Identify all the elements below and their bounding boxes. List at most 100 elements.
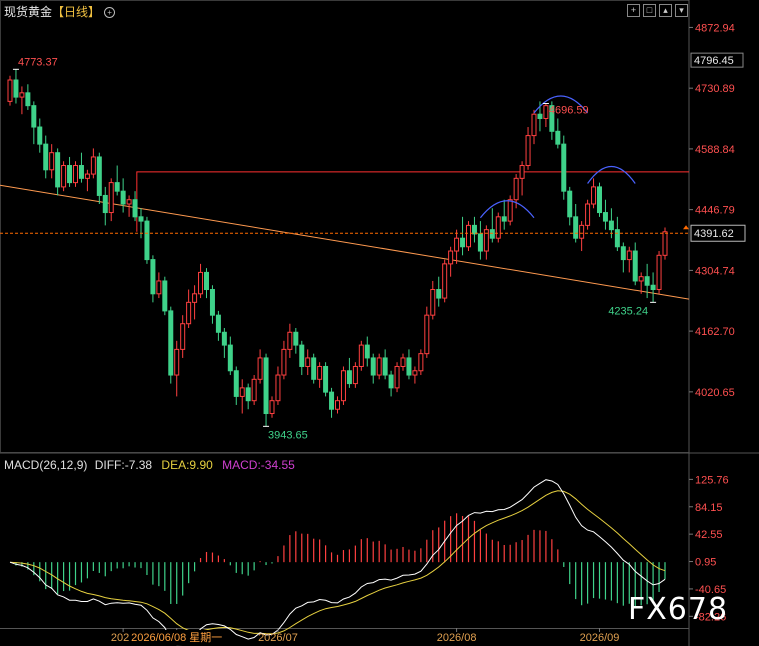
- candle-body: [78, 165, 84, 179]
- candle-body: [650, 284, 656, 291]
- candle-body: [227, 344, 233, 372]
- candle: [430, 280, 436, 320]
- date-tick-label: 2026/09: [580, 632, 620, 644]
- price-tick-label: 4020.65: [695, 387, 735, 399]
- candle-body: [311, 357, 317, 380]
- candle-body: [335, 400, 340, 410]
- candle: [180, 315, 186, 358]
- candle-body: [25, 92, 31, 107]
- candle: [227, 336, 233, 376]
- candle-body: [579, 224, 585, 239]
- candle-body: [37, 126, 43, 145]
- macd-diff-value: DIFF:-7.38: [94, 458, 153, 472]
- candle-body: [239, 387, 245, 397]
- candle-body: [614, 229, 620, 248]
- candle-body: [204, 271, 209, 291]
- current-price-label: 4391.62: [694, 228, 734, 240]
- candle: [144, 216, 150, 264]
- candle-body: [382, 357, 388, 376]
- candle: [221, 328, 227, 358]
- macd-legend: MACD(26,12,9) DIFF:-7.38 DEA:9.90 MACD:-…: [4, 458, 295, 472]
- candle: [602, 199, 608, 230]
- date-tick-label: 2026/07: [258, 632, 298, 644]
- candle: [495, 212, 501, 243]
- candle-body: [209, 289, 215, 316]
- candle: [96, 152, 102, 204]
- right-shoulder-arc: [587, 166, 636, 184]
- candle-body: [31, 105, 37, 128]
- candle: [287, 323, 293, 358]
- macd-params: MACD(26,12,9): [4, 458, 88, 472]
- candle: [275, 366, 281, 405]
- candle-body: [120, 190, 126, 205]
- candle: [614, 216, 620, 252]
- left-shoulder-arc: [479, 200, 535, 219]
- candle-body: [501, 216, 507, 222]
- candle-body: [221, 331, 227, 346]
- candle: [73, 161, 78, 187]
- date-tick-label: 2026/08: [437, 632, 477, 644]
- candle-body: [215, 314, 221, 333]
- candle: [382, 349, 388, 380]
- candle-body: [644, 276, 650, 286]
- price-tick-label: 4872.94: [695, 22, 735, 34]
- candle: [620, 242, 626, 273]
- candle-body: [519, 165, 525, 179]
- candle-body: [620, 246, 626, 261]
- marked-price-label: 4796.45: [694, 55, 734, 67]
- candle: [466, 221, 471, 252]
- circle-plus-icon[interactable]: +: [104, 7, 116, 19]
- candle-body: [626, 250, 632, 261]
- candle-body: [138, 216, 144, 222]
- candle-body: [507, 199, 513, 222]
- candle-body: [430, 289, 436, 316]
- candle-body: [340, 370, 346, 402]
- candlestick-chart[interactable]: 4872.94 4730.89 4588.84 4446.79 4304.74 4162.…: [0, 0, 759, 646]
- candle: [370, 353, 376, 384]
- fullscreen-icon[interactable]: □: [643, 4, 656, 17]
- candle: [102, 186, 108, 226]
- candle: [84, 169, 90, 192]
- candle: [257, 349, 263, 384]
- price-tick-label: 4588.84: [695, 144, 735, 156]
- candle: [186, 289, 192, 328]
- expand-icon[interactable]: ▴: [659, 4, 672, 17]
- candle-body: [608, 220, 614, 231]
- candle-body: [394, 365, 400, 389]
- candle: [7, 75, 13, 106]
- timeframe-label: 【日线】: [52, 5, 101, 19]
- candle: [251, 375, 257, 405]
- current-price-arrow: [683, 225, 689, 230]
- candle: [335, 396, 340, 414]
- candle: [239, 379, 245, 414]
- crosshair-icon[interactable]: +: [627, 4, 640, 17]
- candle-body: [162, 280, 168, 312]
- candle: [424, 306, 430, 358]
- candle-body: [233, 370, 239, 397]
- candle-body: [656, 254, 662, 291]
- collapse-icon[interactable]: ▾: [675, 4, 688, 17]
- candle-body: [471, 224, 477, 235]
- candle: [436, 276, 442, 307]
- candle-body: [305, 357, 311, 367]
- candle: [55, 148, 61, 196]
- candle-body: [513, 177, 519, 201]
- candle: [305, 349, 311, 376]
- candle-body: [90, 156, 96, 175]
- resistance-line: [136, 171, 689, 232]
- candle-body: [561, 143, 567, 192]
- macd-dea-line: [9, 490, 666, 635]
- candle: [567, 186, 573, 226]
- candle-body: [293, 331, 299, 346]
- candle: [501, 199, 507, 230]
- price-low-label: 4235.24: [608, 305, 648, 317]
- candle-body: [567, 190, 573, 218]
- candle: [108, 178, 114, 222]
- candle-body: [281, 348, 287, 376]
- candle: [346, 357, 352, 388]
- candle-body: [400, 357, 406, 367]
- candle: [352, 362, 358, 388]
- candle: [364, 336, 370, 367]
- candle: [204, 268, 209, 299]
- candle-body: [55, 152, 61, 188]
